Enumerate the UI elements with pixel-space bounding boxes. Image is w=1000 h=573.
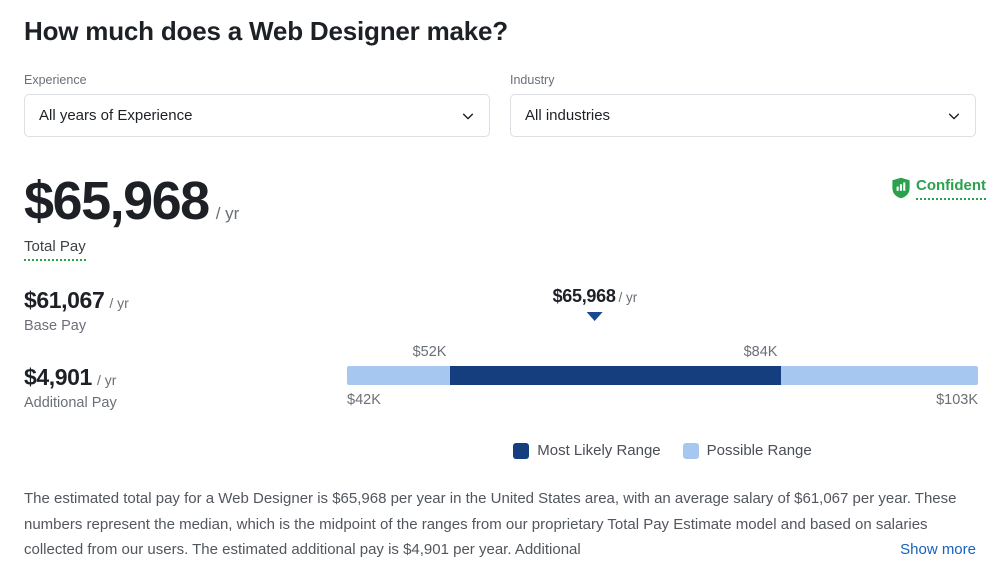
additional-pay-amount-row: $4,901 / yr — [24, 363, 117, 391]
filter-experience: Experience All years of Experience — [24, 72, 490, 137]
filter-industry: Industry All industries — [510, 72, 976, 137]
page-title: How much does a Web Designer make? — [24, 16, 508, 46]
base-pay-block: $61,067 / yr Base Pay — [24, 286, 129, 336]
chart-legend: Most Likely Range Possible Range — [347, 441, 978, 461]
filter-row: Experience All years of Experience Indus… — [24, 72, 976, 137]
confidence-badge[interactable]: Confident — [891, 176, 986, 200]
show-more-link[interactable]: Show more — [886, 537, 976, 563]
shield-bar-chart-icon — [891, 177, 911, 199]
range-inner-labels: $52K $84K — [347, 342, 978, 362]
median-callout: $65,968/ yr — [553, 286, 638, 321]
salary-estimate-page: How much does a Web Designer make? Exper… — [0, 0, 1000, 573]
likely-max-label: $84K — [743, 344, 778, 360]
base-pay-amount: $61,067 — [24, 287, 105, 313]
possible-range-bar — [347, 366, 978, 385]
range-outer-labels: $42K $103K — [347, 390, 978, 410]
legend-item-most-likely: Most Likely Range — [513, 441, 661, 461]
chevron-down-icon — [947, 109, 961, 123]
description-text: The estimated total pay for a Web Design… — [24, 490, 957, 558]
total-pay-amount-row: $65,968 / yr — [24, 172, 239, 230]
total-pay-label[interactable]: Total Pay — [24, 237, 86, 261]
experience-select-value: All years of Experience — [39, 106, 193, 124]
filter-industry-label: Industry — [510, 73, 555, 87]
base-pay-unit: / yr — [109, 295, 129, 311]
base-pay-label: Base Pay — [24, 318, 87, 334]
median-callout-text: $65,968/ yr — [553, 286, 638, 307]
most-likely-range-bar — [450, 366, 782, 385]
range-min-label: $42K — [347, 392, 381, 408]
legend-label-possible: Possible Range — [706, 442, 812, 459]
chevron-down-icon — [461, 109, 475, 123]
legend-item-possible: Possible Range — [682, 441, 812, 461]
median-marker-icon — [586, 312, 603, 321]
additional-pay-label: Additional Pay — [24, 395, 117, 411]
likely-min-label: $52K — [412, 344, 447, 360]
total-pay-block: $65,968 / yr Total Pay — [24, 172, 239, 261]
confidence-badge-label: Confident — [916, 176, 986, 200]
total-pay-unit: / yr — [215, 204, 240, 223]
legend-swatch-possible — [682, 443, 699, 459]
median-value: $65,968 — [552, 286, 616, 306]
additional-pay-unit: / yr — [96, 372, 117, 388]
filter-experience-label: Experience — [24, 73, 87, 87]
additional-pay-block: $4,901 / yr Additional Pay — [24, 363, 117, 413]
base-pay-amount-row: $61,067 / yr — [24, 286, 129, 314]
legend-label-most-likely: Most Likely Range — [537, 442, 661, 459]
industry-select-value: All industries — [525, 106, 611, 124]
industry-select[interactable]: All industries — [510, 94, 976, 137]
median-unit: / yr — [618, 290, 638, 305]
description-block: The estimated total pay for a Web Design… — [24, 486, 976, 563]
additional-pay-amount: $4,901 — [24, 364, 92, 390]
experience-select[interactable]: All years of Experience — [24, 94, 490, 137]
total-pay-amount: $65,968 — [24, 171, 210, 231]
range-max-label: $103K — [936, 392, 978, 408]
legend-swatch-most-likely — [513, 443, 530, 459]
